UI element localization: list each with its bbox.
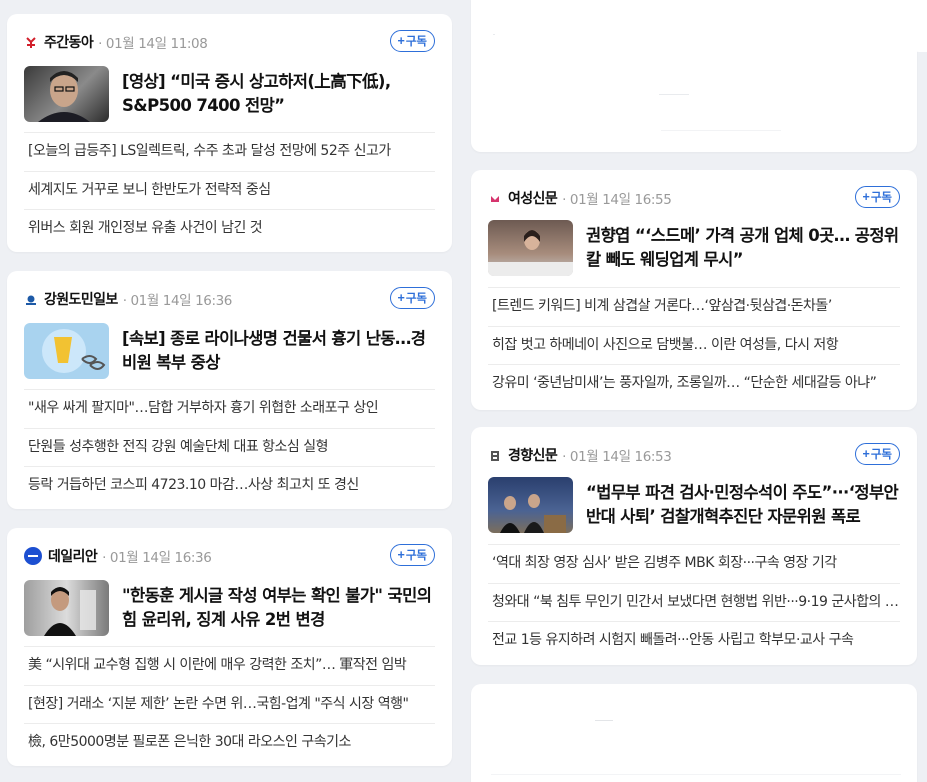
news-item[interactable]: 美 “시위대 교수형 집행 시 이란에 매우 강력한 조치”… 軍작전 임박 [24,646,435,685]
press-timestamp: · 01월 14일 16:55 [562,192,672,208]
news-item[interactable]: 전교 1등 유지하려 시험지 빼돌려···안동 사립고 학부모·교사 구속 [488,621,900,660]
card-header: 경향신문 · 01월 14일 16:53 +구독 [488,443,900,467]
headline-thumbnail[interactable] [24,66,109,122]
headline-link[interactable]: [속보] 종로 라이나생명 건물서 흉기 난동…경비원 복부 중상 [24,323,435,379]
placeholder-line [659,94,689,95]
headline-link[interactable]: "한동훈 게시글 작성 여부는 확인 불가" 국민의힘 윤리위, 징계 사유 2… [24,580,435,636]
press-name[interactable]: 강원도민일보 [44,289,118,309]
headline-thumbnail[interactable] [488,220,573,276]
loading-card-top [471,0,917,152]
subscribe-button[interactable]: +구독 [389,287,435,309]
headline-title[interactable]: [영상] “미국 증시 상고하저(上高下低), S&P500 7400 전망” [122,70,435,118]
news-item[interactable]: 檢, 6만5000명분 필로폰 은닉한 30대 라오스인 구속기소 [24,723,435,762]
headline-thumbnail[interactable] [488,477,573,533]
subscribe-button[interactable]: +구독 [389,544,435,566]
press-logo-icon[interactable] [24,35,38,49]
news-item[interactable]: 청와대 “북 침투 무인기 민간서 보냈다면 현행법 위반···9·19 군사합… [488,582,900,622]
loading-card-bottom [471,684,917,782]
card-header: 여성신문 · 01월 14일 16:55 +구독 [488,186,900,210]
press-card-kangwon-domin: 강원도민일보 · 01월 14일 16:36 +구독 [속보] 종로 라이나생명… [7,271,452,509]
press-card-kyunghyang: 경향신문 · 01월 14일 16:53 +구독 “법무부 파견 검사·민정수석… [471,427,917,665]
placeholder-line [491,774,901,775]
news-item[interactable]: [현장] 거래소 ‘지분 제한’ 논란 수면 위…국힘-업계 "주식 시장 역행… [24,684,435,724]
press-name[interactable]: 여성신문 [508,188,558,208]
news-item[interactable]: 등락 거듭하던 코스피 4723.10 마감…사상 최고치 또 경신 [24,466,435,505]
headline-title[interactable]: 권향엽 “‘스드메’ 가격 공개 업체 0곳… 공정위 칼 빼도 웨딩업계 무시… [586,224,900,272]
press-timestamp: · 01월 14일 16:53 [562,449,672,465]
news-item[interactable]: [오늘의 급등주] LS일렉트릭, 수주 초과 달성 전망에 52주 신고가 [24,132,435,171]
card-header: 주간동아 · 01월 14일 11:08 +구독 [24,30,435,54]
press-name[interactable]: 데일리안 [48,546,98,566]
headline-title[interactable]: [속보] 종로 라이나생명 건물서 흉기 난동…경비원 복부 중상 [122,327,435,375]
news-item[interactable]: 단원들 성추행한 전직 강원 예술단체 대표 항소심 실형 [24,427,435,467]
press-logo-icon[interactable] [488,448,502,462]
press-logo-icon[interactable] [24,547,42,565]
corner-glare [905,0,927,52]
news-item[interactable]: 강유미 ‘중년남미새’는 풍자일까, 조롱일까… “단순한 세대갈등 아냐” [488,364,900,403]
headline-title[interactable]: "한동훈 게시글 작성 여부는 확인 불가" 국민의힘 윤리위, 징계 사유 2… [122,584,435,632]
press-card-women-news: 여성신문 · 01월 14일 16:55 +구독 권향엽 “‘스드메’ 가격 공… [471,170,917,410]
subscribe-button[interactable]: +구독 [854,443,900,465]
press-card-jugan-donga: 주간동아 · 01월 14일 11:08 +구독 [영상] “미국 증시 상고하… [7,14,452,252]
press-name[interactable]: 주간동아 [44,32,94,52]
news-item[interactable]: "새우 싸게 팔지마"…담합 거부하자 흉기 위협한 소래포구 상인 [24,389,435,428]
headline-title[interactable]: “법무부 파견 검사·민정수석이 주도”···‘정부안 반대 사퇴’ 검찰개혁추… [586,481,900,529]
subscribe-button[interactable]: +구독 [854,186,900,208]
subscribe-button[interactable]: +구독 [389,30,435,52]
press-timestamp: · 01월 14일 16:36 [102,550,212,566]
news-list: 美 “시위대 교수형 집행 시 이란에 매우 강력한 조치”… 軍작전 임박 [… [24,646,435,762]
news-item[interactable]: 위버스 회원 개인정보 유출 사건이 남긴 것 [24,209,435,248]
news-list: "새우 싸게 팔지마"…담합 거부하자 흉기 위협한 소래포구 상인 단원들 성… [24,389,435,505]
card-header: 데일리안 · 01월 14일 16:36 +구독 [24,544,435,568]
news-list: ‘역대 최장 영장 심사’ 받은 김병주 MBK 회장···구속 영장 기각 청… [488,544,900,660]
headline-link[interactable]: 권향엽 “‘스드메’ 가격 공개 업체 0곳… 공정위 칼 빼도 웨딩업계 무시… [488,220,900,276]
headline-link[interactable]: [영상] “미국 증시 상고하저(上高下低), S&P500 7400 전망” [24,66,435,122]
card-header: 강원도민일보 · 01월 14일 16:36 +구독 [24,287,435,311]
press-name[interactable]: 경향신문 [508,445,558,465]
placeholder-line [661,130,781,131]
headline-thumbnail[interactable] [24,323,109,379]
press-timestamp: · 01월 14일 16:36 [122,293,233,309]
news-list: [트렌드 키워드] 비계 삼겹살 거론다…‘앞삼겹·뒷삼겹·돈차돌’ 히잡 벗고… [488,287,900,403]
headline-link[interactable]: “법무부 파견 검사·민정수석이 주도”···‘정부안 반대 사퇴’ 검찰개혁추… [488,477,900,533]
headline-thumbnail[interactable] [24,580,109,636]
placeholder-line [493,34,495,35]
news-item[interactable]: ‘역대 최장 영장 심사’ 받은 김병주 MBK 회장···구속 영장 기각 [488,544,900,583]
news-item[interactable]: 세계지도 거꾸로 보니 한반도가 전략적 중심 [24,170,435,210]
press-timestamp: · 01월 14일 11:08 [98,36,208,52]
press-card-dailian: 데일리안 · 01월 14일 16:36 +구독 "한동훈 게시글 작성 여부는… [7,528,452,766]
placeholder-line [595,720,613,721]
news-item[interactable]: 히잡 벗고 하메네이 사진으로 담뱃불… 이란 여성들, 다시 저항 [488,325,900,365]
press-logo-icon[interactable] [24,292,38,306]
news-item[interactable]: [트렌드 키워드] 비계 삼겹살 거론다…‘앞삼겹·뒷삼겹·돈차돌’ [488,287,900,326]
press-logo-icon[interactable] [488,191,502,205]
news-list: [오늘의 급등주] LS일렉트릭, 수주 초과 달성 전망에 52주 신고가 세… [24,132,435,248]
